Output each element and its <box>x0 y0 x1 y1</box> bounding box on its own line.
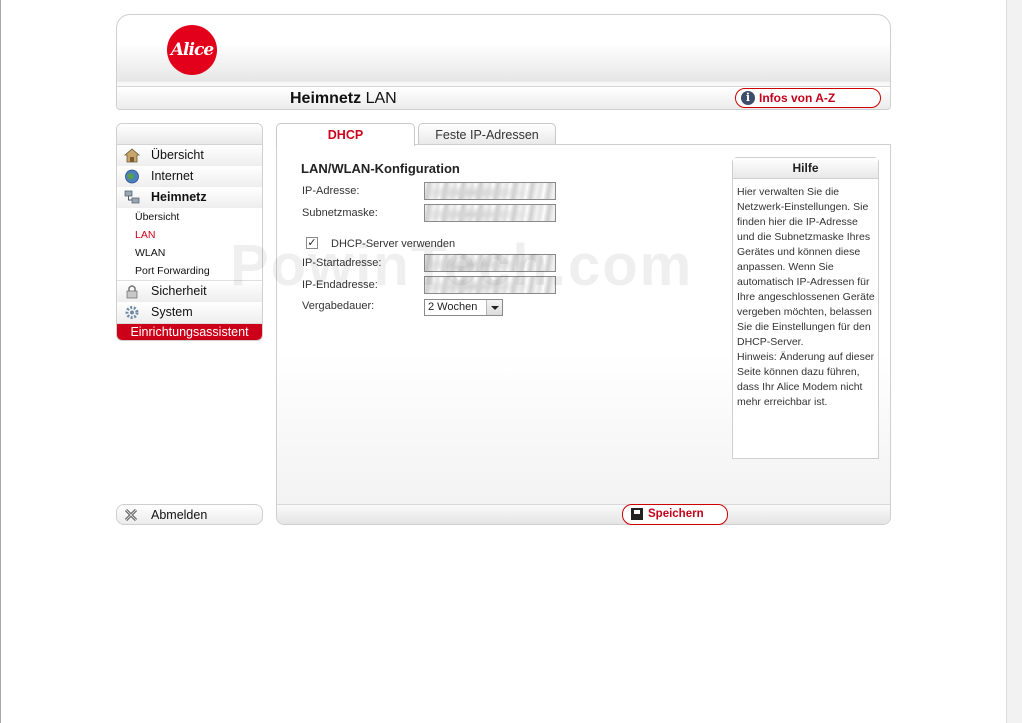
setup-wizard-button[interactable]: Einrichtungsassistent <box>117 324 262 340</box>
sidebar-item-system[interactable]: System <box>117 302 262 324</box>
dhcp-server-label: DHCP-Server verwenden <box>331 238 456 250</box>
logout-button[interactable]: Abmelden <box>116 504 263 525</box>
section-title: LAN/WLAN-Konfiguration <box>301 161 460 176</box>
ip-address-input[interactable] <box>424 182 556 200</box>
sidebar-item-uebersicht[interactable]: Übersicht <box>117 145 262 167</box>
lease-duration-select[interactable]: 2 Wochen <box>424 299 503 316</box>
sidebar-item-sicherheit[interactable]: Sicherheit <box>117 281 262 303</box>
window-border <box>0 0 1 723</box>
sidebar-subitem-lan[interactable]: LAN <box>117 226 262 245</box>
save-button[interactable]: Speichern <box>622 504 728 525</box>
ip-address-label: IP-Adresse: <box>302 185 360 197</box>
content-panel: LAN/WLAN-Konfiguration IP-Adresse: Subne… <box>276 144 891 525</box>
tab-feste-ip-adressen[interactable]: Feste IP-Adressen <box>418 123 556 145</box>
help-text: Hier verwalten Sie die Netzwerk-Einstell… <box>737 186 875 408</box>
page-title: Heimnetz LAN <box>290 90 397 107</box>
sidebar-nav: Übersicht Internet Heimnetz Übersicht LA… <box>116 123 263 341</box>
gear-icon <box>125 306 139 319</box>
tab-dhcp[interactable]: DHCP <box>276 123 415 146</box>
alice-logo: Alice <box>167 25 217 75</box>
header: Alice Heimnetz LAN i Infos von A-Z <box>116 14 891 110</box>
sidebar-item-heimnetz[interactable]: Heimnetz <box>117 187 262 209</box>
dhcp-server-checkbox[interactable]: ✓ <box>306 237 318 249</box>
ip-end-input[interactable] <box>424 276 556 294</box>
info-icon: i <box>741 91 755 105</box>
sidebar-item-internet[interactable]: Internet <box>117 166 262 188</box>
network-icon <box>124 190 140 204</box>
ip-start-label: IP-Startadresse: <box>302 257 382 269</box>
close-icon <box>124 508 138 522</box>
help-title: Hilfe <box>733 158 878 179</box>
subnet-mask-label: Subnetzmaske: <box>302 207 378 219</box>
help-panel: Hilfe Hier verwalten Sie die Netzwerk-Ei… <box>732 157 879 459</box>
lease-duration-label: Vergabedauer: <box>302 300 375 312</box>
subnet-mask-input[interactable] <box>424 204 556 222</box>
vertical-scrollbar[interactable] <box>1006 0 1022 723</box>
lock-icon <box>126 285 138 299</box>
infos-a-z-button[interactable]: i Infos von A-Z <box>735 88 881 108</box>
sidebar-subitem-port-forwarding[interactable]: Port Forwarding <box>117 262 262 281</box>
floppy-disk-icon <box>631 508 643 520</box>
ip-start-input[interactable] <box>424 254 556 272</box>
ip-end-label: IP-Endadresse: <box>302 279 378 291</box>
sidebar-subitem-uebersicht[interactable]: Übersicht <box>117 208 262 227</box>
house-icon <box>124 148 140 163</box>
footer-bar <box>277 504 890 524</box>
sidebar-subitem-wlan[interactable]: WLAN <box>117 244 262 263</box>
chevron-down-icon[interactable] <box>486 300 502 315</box>
globe-icon <box>125 169 139 184</box>
